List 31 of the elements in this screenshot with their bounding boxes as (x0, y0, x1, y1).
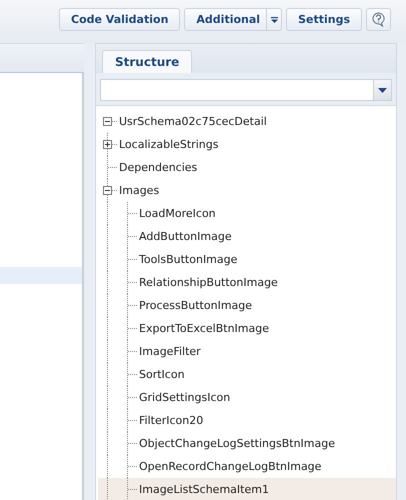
collapse-icon[interactable] (103, 117, 112, 126)
tree-item[interactable]: ImageListSchemaItem1 (138, 478, 269, 500)
tree-item[interactable]: RelationshipButtonImage (138, 271, 278, 294)
tree-item[interactable]: SortIcon (138, 363, 185, 386)
filter-input[interactable] (100, 79, 373, 101)
tree-item[interactable]: Images (118, 179, 160, 202)
dropdown-button[interactable] (373, 79, 392, 101)
panel-tab[interactable]: Structure (102, 50, 192, 73)
tree-item[interactable]: GridSettingsIcon (138, 386, 230, 409)
tree-item[interactable]: ToolsButtonImage (138, 248, 238, 271)
tree-item[interactable]: ExportToExcelBtnImage (138, 317, 270, 340)
tree-item[interactable]: LocalizableStrings (118, 133, 218, 156)
tree-item[interactable]: Dependencies (118, 156, 198, 179)
question-bubble-icon (371, 12, 386, 27)
tree-item[interactable]: UsrSchema02c75cecDetail (118, 110, 267, 133)
tree-item[interactable]: LoadMoreIcon (138, 202, 216, 225)
tree-item[interactable]: OpenRecordChangeLogBtnImage (138, 455, 322, 478)
tree-item[interactable]: AddButtonImage (138, 225, 232, 248)
collapse-icon[interactable] (103, 186, 112, 195)
selected-tree-row[interactable]: ImageListSchemaItem1 (98, 478, 396, 500)
expand-icon[interactable] (103, 140, 112, 149)
dropdown-arrow-icon (378, 88, 387, 92)
tree-item[interactable]: FilterIcon20 (138, 409, 204, 432)
caret-icon (270, 16, 278, 22)
dropdown-button[interactable]: Additional (184, 8, 282, 31)
tree-item[interactable]: ImageFilter (138, 340, 201, 363)
tree-item[interactable]: ObjectChangeLogSettingsBtnImage (138, 432, 335, 455)
toolbar-button[interactable]: Code Validation (59, 8, 180, 31)
tree-item[interactable]: ProcessButtonImage (138, 294, 252, 317)
help-button[interactable] (366, 8, 391, 31)
toolbar-button[interactable]: Settings (286, 8, 362, 31)
